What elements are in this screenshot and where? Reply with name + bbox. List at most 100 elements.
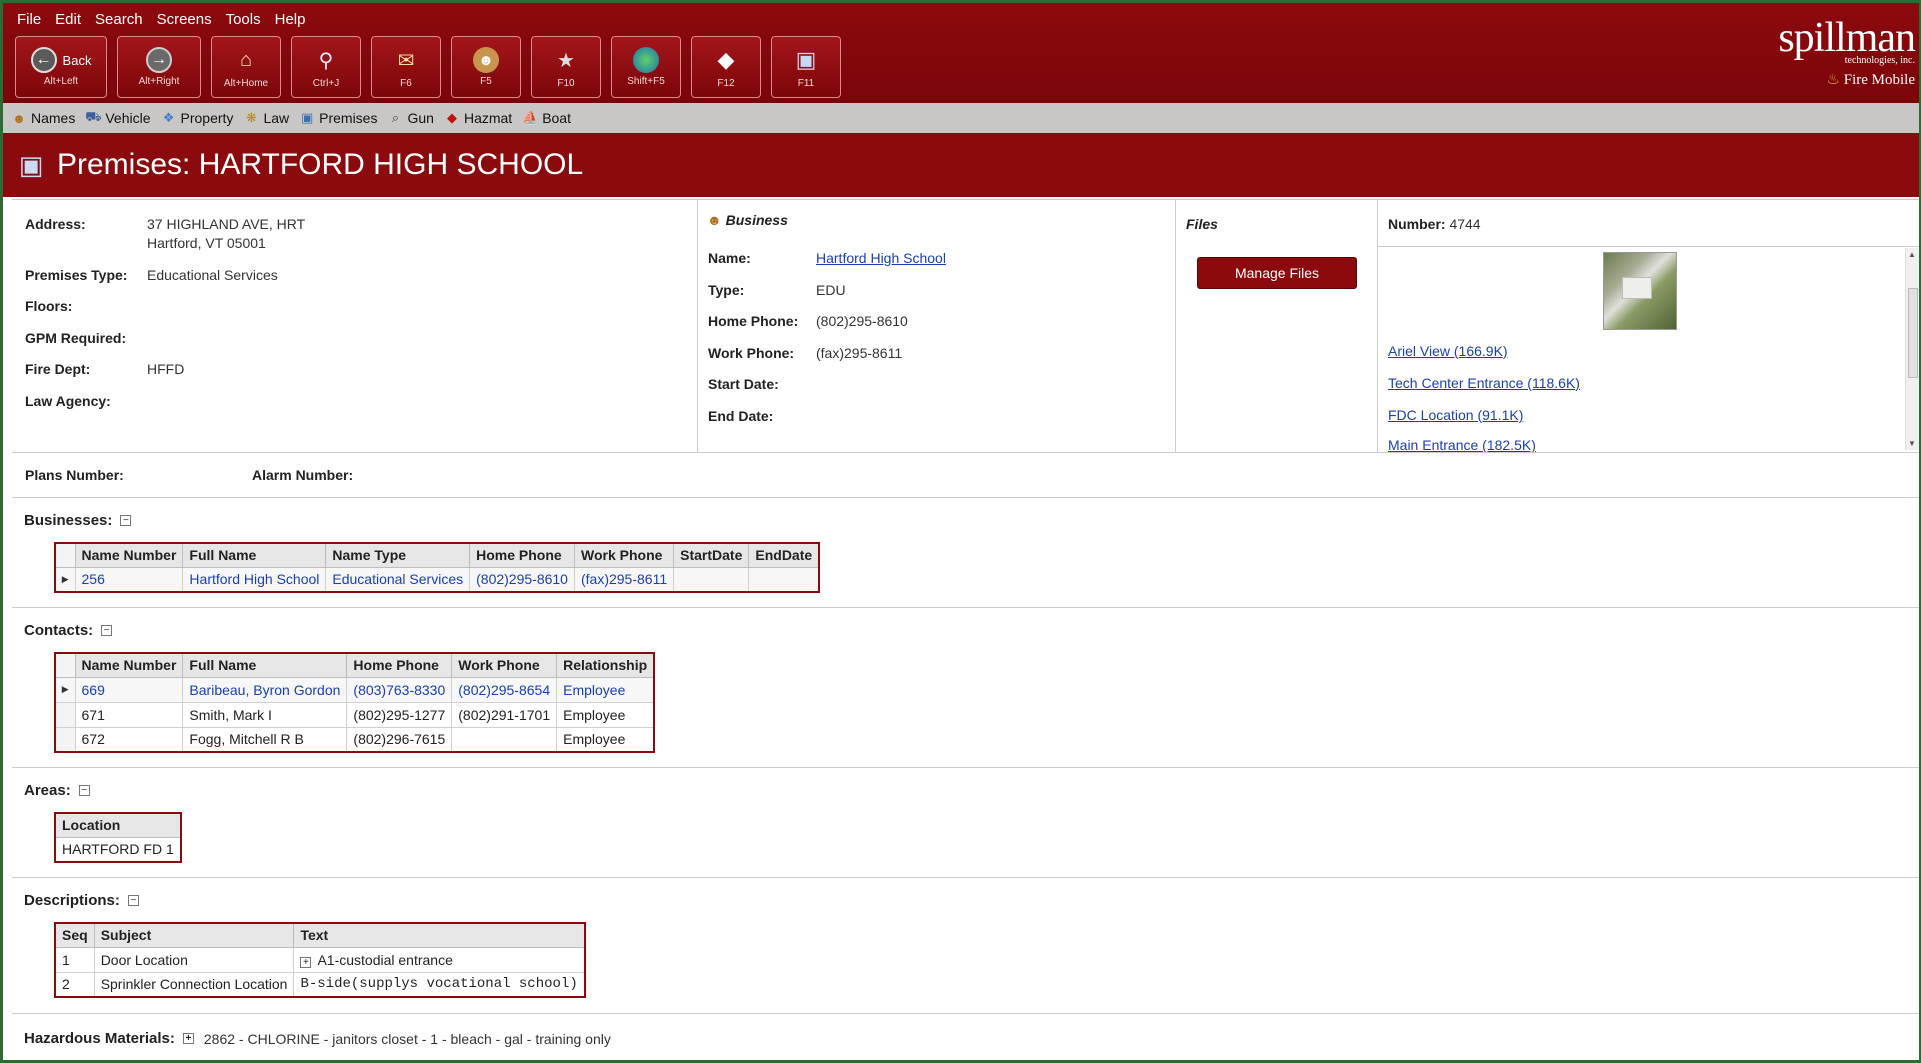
forward-shortcut: Alt+Right bbox=[138, 76, 180, 87]
cell[interactable]: Smith, Mark I bbox=[182, 701, 348, 728]
table-row[interactable]: 671 Smith, Mark I (802)295-1277 (802)291… bbox=[54, 701, 655, 728]
contacts-title-label: Contacts: bbox=[24, 622, 94, 639]
contacts-collapse-icon[interactable]: − bbox=[101, 625, 113, 636]
menu-screens[interactable]: Screens bbox=[157, 11, 212, 28]
cell[interactable]: Employee bbox=[556, 676, 655, 703]
aerial-thumbnail[interactable] bbox=[1603, 252, 1677, 330]
col-work-phone[interactable]: Work Phone bbox=[573, 542, 675, 568]
nav-hazmat[interactable]: ◆ Hazmat bbox=[444, 110, 512, 126]
col-start-date[interactable]: StartDate bbox=[673, 542, 750, 568]
cell[interactable]: 2 bbox=[54, 971, 95, 998]
table-row[interactable]: 1 Door Location + A1-custodial entrance bbox=[54, 946, 586, 973]
expand-plus-icon[interactable]: + bbox=[300, 956, 312, 968]
col-subject[interactable]: Subject bbox=[93, 922, 295, 948]
col-full-name[interactable]: Full Name bbox=[182, 542, 327, 568]
cell[interactable]: (802)295-8610 bbox=[469, 566, 575, 593]
col-home-phone[interactable]: Home Phone bbox=[469, 542, 575, 568]
agent-button[interactable]: ☻ F5 bbox=[451, 36, 521, 98]
cell[interactable]: Employee bbox=[556, 701, 655, 728]
cell[interactable]: (802)291-1701 bbox=[451, 701, 558, 728]
cell[interactable]: Fogg, Mitchell R B bbox=[182, 726, 348, 753]
col-work-phone[interactable]: Work Phone bbox=[451, 652, 558, 678]
cell[interactable]: Door Location bbox=[93, 946, 295, 973]
law-badge-icon: ❋ bbox=[245, 110, 257, 125]
plans-number-label: Plans Number: bbox=[25, 467, 124, 483]
cell[interactable]: (803)763-8330 bbox=[346, 676, 453, 703]
cell[interactable]: Sprinkler Connection Location bbox=[93, 971, 295, 998]
table-row[interactable]: ▶ 256 Hartford High School Educational S… bbox=[54, 566, 820, 593]
cell[interactable] bbox=[673, 566, 750, 593]
search-icon: ⚲ bbox=[318, 49, 334, 72]
descriptions-collapse-icon[interactable]: − bbox=[127, 895, 139, 906]
nav-premises[interactable]: ▣ Premises bbox=[299, 110, 378, 126]
nav-property[interactable]: ❖ Property bbox=[161, 110, 234, 126]
nav-law[interactable]: ❋ Law bbox=[243, 110, 289, 126]
col-seq[interactable]: Seq bbox=[54, 922, 95, 948]
attachment-link-fdc-location[interactable]: FDC Location (91.1K) bbox=[1388, 407, 1523, 423]
cell[interactable]: (802)295-8654 bbox=[451, 676, 558, 703]
attachments-scrollbar[interactable]: ▲ ▼ bbox=[1905, 248, 1919, 450]
menu-help[interactable]: Help bbox=[275, 11, 306, 28]
cell[interactable]: Baribeau, Byron Gordon bbox=[182, 676, 348, 703]
cell[interactable]: B-side(supplys vocational school) bbox=[293, 971, 586, 998]
table-row[interactable]: ▶ 669 Baribeau, Byron Gordon (803)763-83… bbox=[54, 676, 655, 703]
col-full-name[interactable]: Full Name bbox=[182, 652, 348, 678]
menu-tools[interactable]: Tools bbox=[226, 11, 261, 28]
cell[interactable]: 256 bbox=[74, 566, 184, 593]
cell[interactable]: 669 bbox=[74, 676, 184, 703]
attachment-link-ariel-view[interactable]: Ariel View (166.9K) bbox=[1388, 343, 1508, 359]
home-button[interactable]: ⌂ Alt+Home bbox=[211, 36, 281, 98]
cell[interactable] bbox=[451, 726, 558, 753]
nav-boat[interactable]: ⛵ Boat bbox=[522, 110, 571, 126]
areas-collapse-icon[interactable]: − bbox=[78, 785, 90, 796]
cell[interactable]: (802)295-1277 bbox=[346, 701, 453, 728]
back-button[interactable]: ← Back Alt+Left bbox=[15, 36, 107, 98]
col-name-number[interactable]: Name Number bbox=[74, 652, 184, 678]
menu-search[interactable]: Search bbox=[95, 11, 143, 28]
cell[interactable]: 671 bbox=[74, 701, 184, 728]
table-row[interactable]: 2 Sprinkler Connection Location B-side(s… bbox=[54, 971, 586, 998]
attachment-link-main-entrance[interactable]: Main Entrance (182.5K) bbox=[1388, 437, 1536, 452]
cell[interactable]: HARTFORD FD 1 bbox=[54, 836, 182, 863]
col-location[interactable]: Location bbox=[54, 812, 182, 838]
premises-type-label: Premises Type: bbox=[25, 267, 128, 283]
col-text[interactable]: Text bbox=[293, 922, 586, 948]
scroll-down-icon[interactable]: ▼ bbox=[1908, 439, 1916, 448]
hazmat-expand-plus-icon[interactable]: + bbox=[182, 1033, 194, 1044]
cell[interactable]: Hartford High School bbox=[182, 566, 327, 593]
col-home-phone[interactable]: Home Phone bbox=[346, 652, 453, 678]
favorites-button[interactable]: ★ F10 bbox=[531, 36, 601, 98]
cell[interactable]: (802)296-7615 bbox=[346, 726, 453, 753]
scroll-up-icon[interactable]: ▲ bbox=[1908, 250, 1916, 259]
fire-dept-value: HFFD bbox=[147, 361, 185, 377]
nav-gun[interactable]: ⌕ Gun bbox=[387, 110, 434, 126]
cell[interactable]: + A1-custodial entrance bbox=[293, 946, 586, 973]
hazmat-button[interactable]: ◆ F12 bbox=[691, 36, 761, 98]
table-row[interactable]: 672 Fogg, Mitchell R B (802)296-7615 Emp… bbox=[54, 726, 655, 753]
manage-files-button[interactable]: Manage Files bbox=[1197, 257, 1357, 289]
scroll-thumb[interactable] bbox=[1908, 288, 1918, 378]
cell[interactable]: 672 bbox=[74, 726, 184, 753]
business-name-link[interactable]: Hartford High School bbox=[816, 250, 946, 266]
forward-button[interactable]: → Alt+Right bbox=[117, 36, 201, 98]
col-name-type[interactable]: Name Type bbox=[325, 542, 471, 568]
premises-button[interactable]: ▣ F11 bbox=[771, 36, 841, 98]
table-row[interactable]: HARTFORD FD 1 bbox=[54, 836, 182, 863]
menu-edit[interactable]: Edit bbox=[55, 11, 81, 28]
cell[interactable]: 1 bbox=[54, 946, 95, 973]
cell[interactable]: Employee bbox=[556, 726, 655, 753]
businesses-collapse-icon[interactable]: − bbox=[120, 515, 132, 526]
col-name-number[interactable]: Name Number bbox=[74, 542, 184, 568]
cell[interactable]: (fax)295-8611 bbox=[573, 566, 675, 593]
search-button[interactable]: ⚲ Ctrl+J bbox=[291, 36, 361, 98]
cell[interactable]: Educational Services bbox=[325, 566, 471, 593]
col-end-date[interactable]: EndDate bbox=[748, 542, 820, 568]
cell[interactable] bbox=[748, 566, 820, 593]
globe-button[interactable]: Shift+F5 bbox=[611, 36, 681, 98]
attachment-link-tech-center[interactable]: Tech Center Entrance (118.6K) bbox=[1388, 375, 1580, 391]
menu-file[interactable]: File bbox=[17, 11, 41, 28]
nav-vehicle[interactable]: ⛟ Vehicle bbox=[85, 109, 150, 126]
mail-button[interactable]: ✉ F6 bbox=[371, 36, 441, 98]
col-relationship[interactable]: Relationship bbox=[556, 652, 655, 678]
nav-names[interactable]: ☻ Names bbox=[11, 110, 75, 126]
